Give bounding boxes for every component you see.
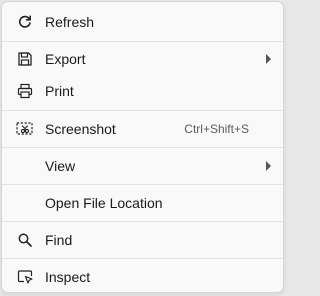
menu-item-label: Print (45, 83, 74, 99)
inspect-icon (16, 268, 34, 286)
separator (2, 147, 283, 148)
menu-item-label: View (45, 158, 76, 174)
menu-item-label: Export (45, 51, 86, 67)
menu-item-find[interactable]: Find (2, 223, 283, 257)
separator (2, 184, 283, 185)
chevron-right-icon (266, 161, 271, 171)
menu-item-label: Inspect (45, 269, 91, 285)
menu-item-view[interactable]: View (2, 149, 283, 183)
menu-item-screenshot[interactable]: Screenshot Ctrl+Shift+S (2, 112, 283, 146)
menu-item-label: Open File Location (45, 195, 163, 211)
separator (2, 221, 283, 222)
menu-item-refresh[interactable]: Refresh (2, 5, 283, 39)
menu-item-label: Screenshot (45, 121, 116, 137)
refresh-icon (16, 13, 34, 31)
menu-item-print[interactable]: Print (2, 74, 283, 108)
shortcut-label: Ctrl+Shift+S (184, 122, 249, 136)
chevron-right-icon (266, 54, 271, 64)
printer-icon (16, 82, 34, 100)
menu-item-label: Find (45, 232, 73, 248)
menu-item-inspect[interactable]: Inspect (2, 260, 283, 292)
context-menu: Refresh Export Print Screenshot Ctrl+Shi… (1, 1, 284, 293)
save-icon (16, 50, 34, 68)
separator (2, 258, 283, 259)
separator (2, 110, 283, 111)
screenshot-icon (16, 120, 34, 138)
menu-item-label: Refresh (45, 14, 95, 30)
search-icon (16, 231, 34, 249)
menu-item-open-file-location[interactable]: Open File Location (2, 186, 283, 220)
menu-item-export[interactable]: Export (2, 42, 283, 76)
